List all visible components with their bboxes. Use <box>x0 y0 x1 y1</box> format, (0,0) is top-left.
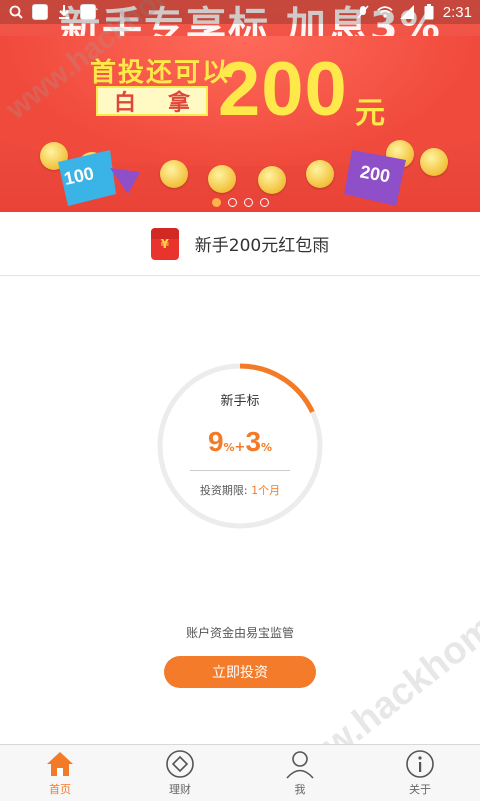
carousel-dot[interactable] <box>243 198 253 207</box>
tab-label: 首页 <box>49 783 71 796</box>
percent-sign: % <box>261 441 273 454</box>
flag-icon <box>110 168 140 194</box>
red-packet-glyph: ¥ <box>160 236 169 251</box>
coin-icon <box>306 160 334 188</box>
term-value: 1个月 <box>251 484 281 497</box>
interest-rate: 9 % + 3 % <box>156 426 324 458</box>
coin-icon <box>258 166 286 194</box>
promo-text: 新手200元红包雨 <box>194 236 330 256</box>
tab-about[interactable]: 关于 <box>360 745 480 801</box>
bonus-rate: 3 <box>245 426 262 457</box>
diamond-icon <box>165 749 195 779</box>
banner-box-char: 拿 <box>167 91 190 116</box>
download-icon <box>56 4 72 20</box>
app-icon <box>32 4 48 20</box>
carousel-dot[interactable] <box>259 198 269 207</box>
promo-banner[interactable]: 新手专享标 加息3% 首投还可以 白 拿 200 元 100 200 <box>0 0 480 212</box>
tab-label: 理财 <box>169 783 191 796</box>
coin-icon <box>160 160 188 188</box>
user-icon <box>285 749 315 779</box>
red-packet-promo[interactable]: ¥ 新手200元红包雨 <box>0 212 480 276</box>
banner-box: 白 拿 <box>96 86 208 116</box>
tab-finance[interactable]: 理财 <box>120 745 240 801</box>
status-bar: 2:31 <box>0 0 480 24</box>
mute-icon <box>355 4 371 20</box>
percent-sign: % <box>223 441 235 454</box>
search-icon <box>8 4 24 20</box>
coin-icon <box>208 165 236 193</box>
app-icon <box>80 4 96 20</box>
tab-home[interactable]: 首页 <box>0 745 120 801</box>
red-packet-icon: ¥ <box>150 227 179 260</box>
product-name: 新手标 <box>220 394 260 409</box>
banner-unit: 元 <box>355 96 385 131</box>
divider <box>190 470 290 471</box>
bottom-tab-bar: 首页 理财 我 关于 <box>0 744 480 801</box>
investment-term: 投资期限: 1个月 <box>156 482 324 498</box>
battery-icon <box>421 4 437 20</box>
product-card[interactable]: 新手标 9 % + 3 % 投资期限: 1个月 <box>156 362 324 530</box>
signal-icon <box>399 4 415 20</box>
base-rate: 9 <box>207 426 224 457</box>
invest-now-button[interactable]: 立即投资 <box>164 656 316 688</box>
term-label: 投资期限: <box>199 484 248 497</box>
tab-label: 我 <box>294 783 306 796</box>
tab-me[interactable]: 我 <box>240 745 360 801</box>
coin-icon <box>420 148 448 176</box>
custody-note: 账户资金由易宝监管 <box>185 626 294 640</box>
wifi-icon <box>377 4 393 20</box>
carousel-indicator <box>0 198 480 207</box>
banner-tagline: 首投还可以 <box>90 58 231 88</box>
home-icon <box>45 749 75 779</box>
carousel-dot[interactable] <box>211 198 221 207</box>
plus-sign: + <box>234 440 246 455</box>
carousel-dot[interactable] <box>227 198 237 207</box>
status-time: 2:31 <box>442 3 472 21</box>
banner-amount: 200 <box>218 47 348 132</box>
info-icon <box>405 749 435 779</box>
banner-box-char: 白 <box>113 91 136 116</box>
tab-label: 关于 <box>409 783 431 796</box>
